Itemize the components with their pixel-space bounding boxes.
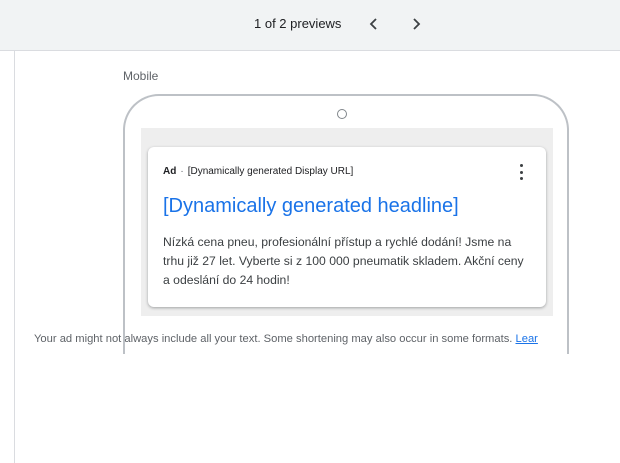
chevron-left-icon	[369, 18, 377, 30]
next-preview-button[interactable]	[404, 12, 428, 36]
device-label: Mobile	[123, 69, 159, 83]
truncation-notice-text: Your ad might not always include all you…	[34, 333, 513, 345]
truncation-notice: Your ad might not always include all you…	[34, 333, 538, 345]
ad-preview-card: Ad · [Dynamically generated Display URL] […	[148, 147, 546, 307]
ad-separator: ·	[180, 166, 184, 177]
ad-badge: Ad	[163, 166, 177, 177]
chevron-right-icon	[413, 18, 421, 30]
panel-divider	[14, 51, 15, 463]
preview-toolbar: 1 of 2 previews	[0, 0, 620, 51]
ad-description: Nízká cena pneu, profesionální přístup a…	[163, 235, 524, 287]
ad-meta-line: Ad · [Dynamically generated Display URL]	[163, 166, 353, 177]
preview-counter: 1 of 2 previews	[254, 16, 342, 31]
ad-headline[interactable]: [Dynamically generated headline]	[163, 195, 459, 218]
previous-preview-button[interactable]	[362, 12, 386, 36]
more-vert-icon[interactable]	[516, 164, 526, 180]
phone-camera-icon	[337, 109, 347, 119]
learn-more-link[interactable]: Lear	[516, 333, 538, 345]
ad-display-url: [Dynamically generated Display URL]	[187, 166, 354, 177]
